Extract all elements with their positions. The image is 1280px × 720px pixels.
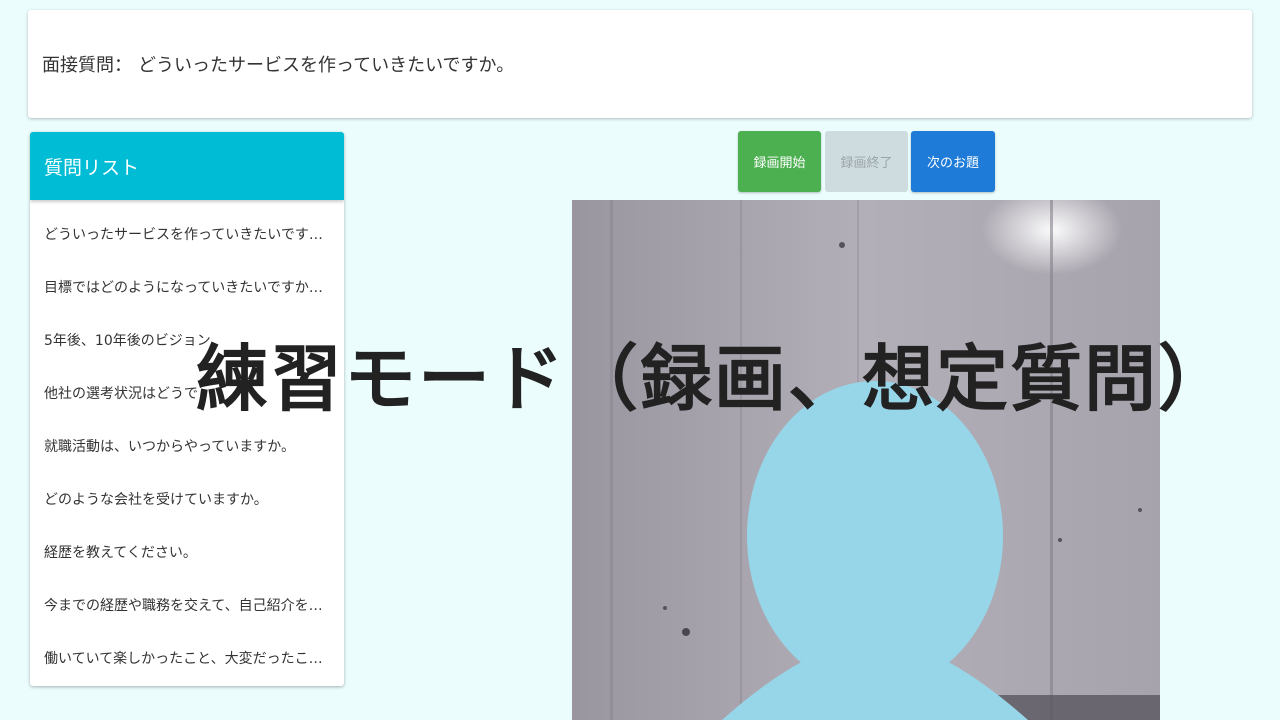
question-text: 面接質問： どういったサービスを作っていきたいですか。 [42, 51, 514, 77]
question-prefix: 面接質問： [42, 55, 132, 76]
question-list-title: 質問リスト [30, 132, 344, 200]
question-list-item[interactable]: 目標ではどのようになっていきたいですか… [30, 261, 344, 314]
question-list-item[interactable]: どういったサービスを作っていきたいです… [30, 208, 344, 261]
practice-mode-title: 練習モード（録画、想定質問） [196, 337, 1233, 421]
start-recording-button[interactable]: 録画開始 [738, 131, 821, 192]
question-list-item[interactable]: 経歴を教えてください。 [30, 525, 344, 578]
question-body: どういったサービスを作っていきたいですか。 [138, 55, 515, 76]
question-list-item[interactable]: 就職活動は、いつからやっていますか。 [30, 420, 344, 473]
question-list-item[interactable]: 今までの経歴や職務を交えて、自己紹介を… [30, 578, 344, 631]
question-list-item[interactable]: どのような会社を受けていますか。 [30, 472, 344, 525]
question-list-item[interactable]: 働いていて楽しかったこと、大変だったこ… [30, 631, 344, 684]
question-card: 面接質問： どういったサービスを作っていきたいですか。 [28, 10, 1252, 118]
video-preview [572, 200, 1160, 720]
video-frame [572, 200, 1160, 720]
question-list: どういったサービスを作っていきたいです… 目標ではどのようになっていきたいですか… [30, 200, 344, 684]
next-question-button[interactable]: 次のお題 [911, 131, 995, 192]
stop-recording-button[interactable]: 録画終了 [825, 131, 908, 192]
